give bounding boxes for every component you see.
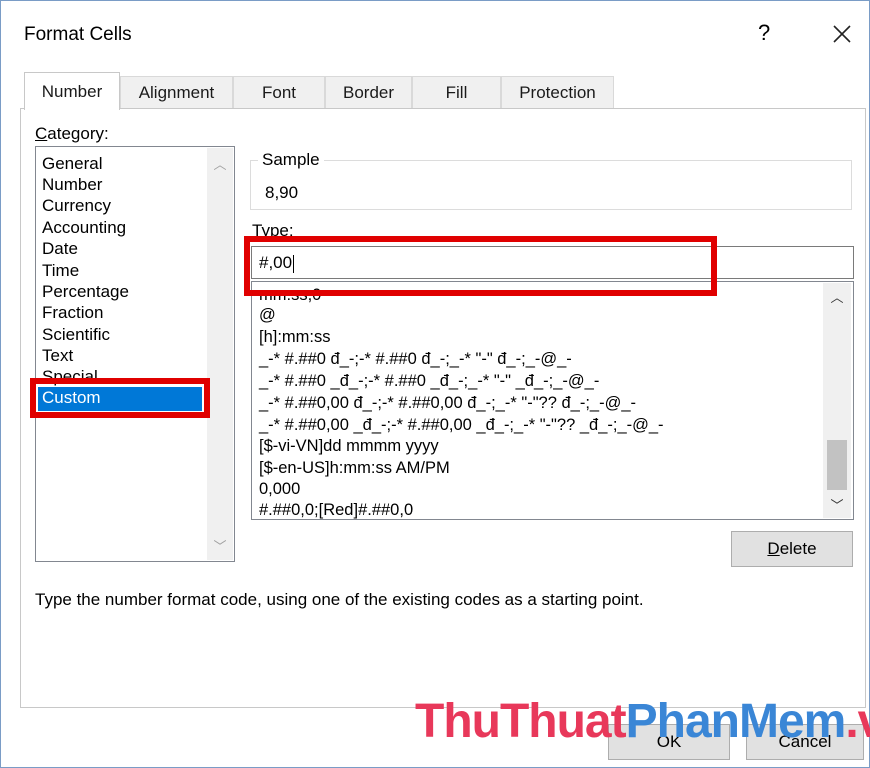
category-item-scientific[interactable]: Scientific	[42, 324, 110, 345]
category-item-time[interactable]: Time	[42, 260, 79, 281]
format-item[interactable]: [h]:mm:ss	[259, 327, 331, 348]
watermark-logo: ThuThuatPhanMem.vn	[415, 695, 870, 748]
close-button[interactable]	[828, 18, 856, 48]
close-icon	[833, 25, 851, 43]
chevron-up-icon[interactable]: ︿	[823, 287, 851, 306]
tab-alignment[interactable]: Alignment	[120, 76, 233, 108]
category-item-currency[interactable]: Currency	[42, 195, 111, 216]
category-item-text[interactable]: Text	[42, 345, 73, 366]
delete-button[interactable]: Delete	[731, 531, 853, 567]
chevron-down-icon[interactable]: ﹀	[207, 536, 233, 555]
format-item[interactable]: @	[259, 305, 276, 326]
format-item[interactable]: #.##0,0;[Red]#.##0,0	[259, 500, 413, 519]
category-item-general[interactable]: General	[42, 153, 102, 174]
category-label: Category:	[35, 124, 109, 143]
help-button[interactable]: ?	[758, 20, 770, 46]
category-item-accounting[interactable]: Accounting	[42, 217, 126, 238]
sample-label: Sample	[258, 150, 324, 170]
category-item-number[interactable]: Number	[42, 174, 102, 195]
category-item-percentage[interactable]: Percentage	[42, 281, 129, 302]
format-item[interactable]: _-* #.##0,00 đ_-;-* #.##0,00 đ_-;_-* "-"…	[259, 393, 636, 414]
tab-fill[interactable]: Fill	[412, 76, 501, 108]
tab-protection[interactable]: Protection	[501, 76, 614, 108]
format-item[interactable]: [$-en-US]h:mm:ss AM/PM	[259, 458, 450, 479]
sample-group	[250, 160, 852, 210]
sample-value: 8,90	[265, 183, 299, 202]
highlight-custom	[30, 378, 210, 418]
tab-border[interactable]: Border	[325, 76, 412, 108]
tab-number[interactable]: Number	[24, 72, 120, 110]
format-code-list[interactable]: mm:ss,0 @ [h]:mm:ss _-* #.##0 đ_-;-* #.#…	[251, 281, 854, 520]
format-list-scroll-thumb[interactable]	[827, 440, 847, 490]
tab-font[interactable]: Font	[233, 76, 325, 108]
format-item[interactable]: _-* #.##0 đ_-;-* #.##0 đ_-;_-* "-" đ_-;_…	[259, 349, 572, 370]
category-item-date[interactable]: Date	[42, 238, 78, 259]
category-scrollbar[interactable]: ︿ ﹀	[207, 148, 233, 560]
format-item[interactable]: _-* #.##0,00 _đ_-;-* #.##0,00 _đ_-;_-* "…	[259, 415, 664, 436]
format-item[interactable]: [$-vi-VN]dd mmmm yyyy	[259, 436, 439, 457]
format-item[interactable]: _-* #.##0 _đ_-;-* #.##0 _đ_-;_-* "-" _đ_…	[259, 371, 599, 392]
highlight-type-input	[244, 236, 717, 296]
chevron-up-icon[interactable]: ︿	[207, 154, 233, 173]
hint-text: Type the number format code, using one o…	[35, 590, 644, 609]
dialog-title: Format Cells	[24, 24, 132, 45]
category-item-fraction[interactable]: Fraction	[42, 302, 103, 323]
chevron-down-icon[interactable]: ﹀	[823, 495, 851, 514]
format-item[interactable]: 0,000	[259, 479, 300, 500]
category-list[interactable]: General Number Currency Accounting Date …	[35, 146, 235, 562]
